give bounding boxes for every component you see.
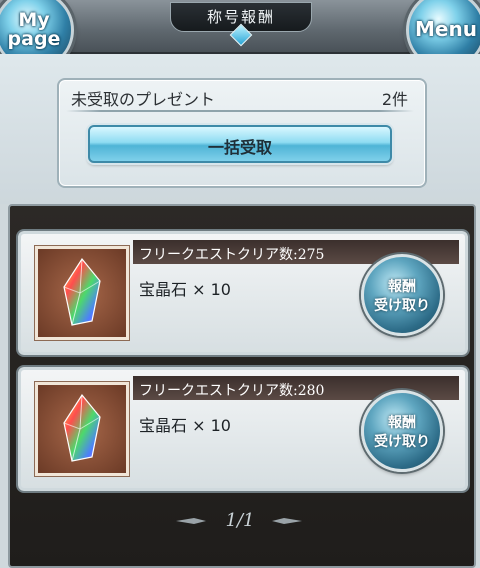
quest-condition: フリークエストクリア数:275 xyxy=(139,247,325,263)
claim-label-line2: 受け取り xyxy=(374,434,430,450)
reward-card: フリークエストクリア数:275 宝晶石 × 10 報酬 受け取り xyxy=(18,231,468,355)
rainbow-crystal-icon xyxy=(63,257,101,326)
item-frame xyxy=(35,382,129,476)
claim-label-line1: 報酬 xyxy=(388,279,416,295)
quest-condition: フリークエストクリア数:280 xyxy=(139,383,325,399)
reward-item: 宝晶石 × 10 xyxy=(139,280,231,299)
divider xyxy=(66,110,414,112)
claim-reward-button[interactable]: 報酬 受け取り xyxy=(361,390,443,472)
pager-left-ornament xyxy=(176,518,206,524)
bulk-receive-label: 一括受取 xyxy=(207,138,272,157)
bulk-receive-button[interactable]: 一括受取 xyxy=(88,125,392,163)
page-indicator: 1/1 xyxy=(225,510,255,531)
unclaimed-present-count: 2件 xyxy=(381,90,408,109)
rainbow-crystal-icon xyxy=(63,393,101,462)
item-frame xyxy=(35,246,129,340)
reward-item: 宝晶石 × 10 xyxy=(139,416,231,435)
my-page-label-line2: page xyxy=(7,28,61,50)
claim-reward-button[interactable]: 報酬 受け取り xyxy=(361,254,443,336)
menu-label: Menu xyxy=(415,17,477,41)
reward-card: フリークエストクリア数:280 宝晶石 × 10 報酬 受け取り xyxy=(18,367,468,491)
claim-label-line2: 受け取り xyxy=(374,298,430,314)
unclaimed-present-label: 未受取のプレゼント xyxy=(71,90,216,109)
pager-right-ornament xyxy=(272,518,302,524)
claim-label-line1: 報酬 xyxy=(388,415,416,431)
